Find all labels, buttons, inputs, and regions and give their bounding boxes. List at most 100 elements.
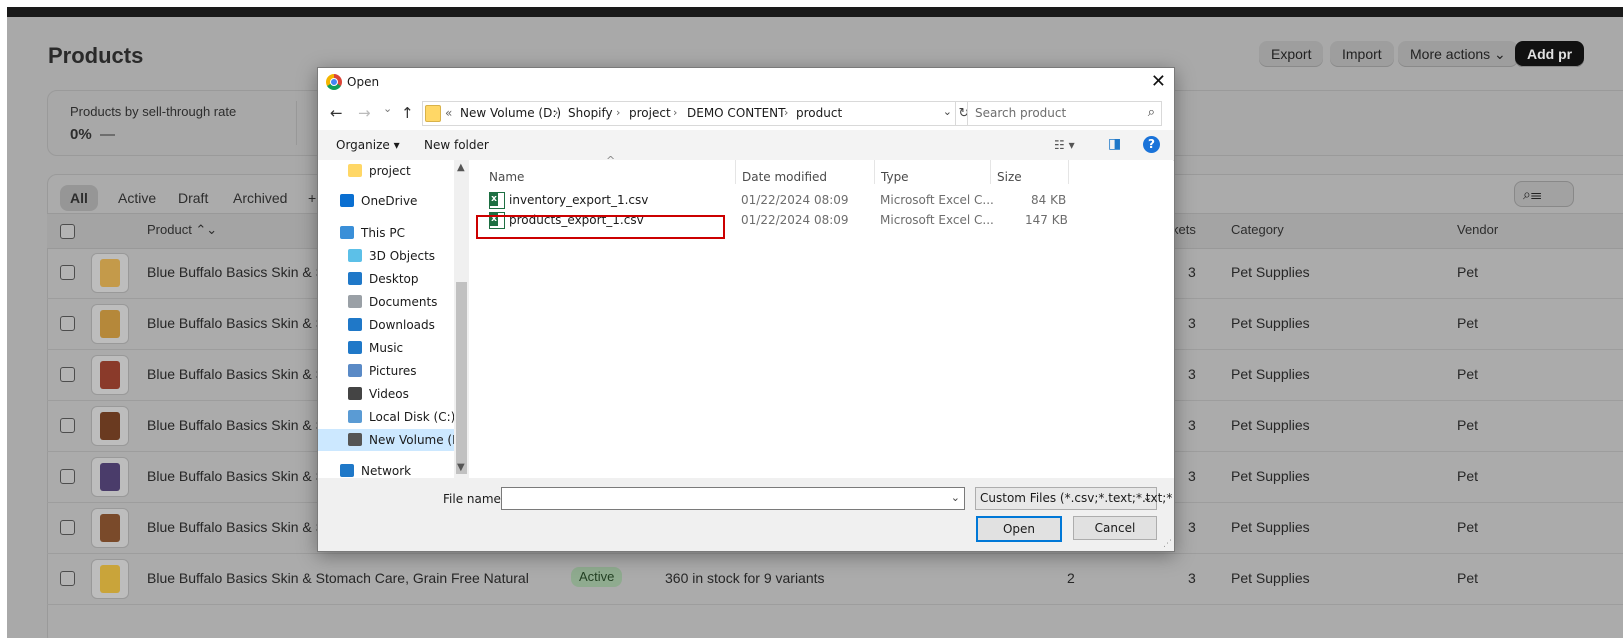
markets: 3	[1188, 519, 1196, 535]
nav-item[interactable]: Documents	[318, 291, 454, 313]
nav-item[interactable]: Downloads	[318, 314, 454, 336]
stat-trend: —	[100, 126, 115, 143]
breadcrumb-shopify[interactable]: Shopify	[568, 106, 613, 120]
search-placeholder: Search product	[975, 106, 1067, 120]
nav-item[interactable]: This PC	[318, 222, 454, 244]
resize-grip-icon[interactable]: ⋰	[1163, 539, 1172, 549]
nav-item[interactable]: Local Disk (C:)	[318, 406, 455, 428]
recent-locations-icon[interactable]: ⌄	[383, 102, 392, 115]
preview-pane-icon[interactable]: ◨	[1108, 136, 1121, 152]
table-row[interactable]: Blue Buffalo Basics Skin & Stomach Care,…	[47, 553, 1623, 605]
row-checkbox[interactable]	[60, 469, 75, 484]
chevron-down-icon[interactable]: ⌄	[951, 491, 960, 504]
scroll-down-icon[interactable]: ▼	[457, 462, 465, 473]
column-divider[interactable]	[990, 160, 991, 184]
breadcrumb-new-volume[interactable]: New Volume (D:)	[460, 106, 561, 120]
markets: 3	[1188, 366, 1196, 382]
nav-item-label: 3D Objects	[369, 249, 436, 263]
column-divider[interactable]	[735, 160, 736, 184]
tab-draft[interactable]: Draft	[168, 185, 218, 211]
scrollbar-thumb[interactable]	[456, 282, 467, 474]
more-actions-button[interactable]: More actions ⌄	[1398, 41, 1518, 67]
tab-archived[interactable]: Archived	[223, 185, 297, 211]
nav-item[interactable]: New Volume (D:	[318, 429, 465, 451]
up-arrow-icon[interactable]: ↑	[401, 104, 414, 122]
product-thumbnail	[91, 457, 129, 497]
new-folder-button[interactable]: New folder	[424, 138, 489, 152]
change-view-icon[interactable]: ☷ ▾	[1054, 138, 1075, 152]
column-category[interactable]: Category	[1231, 222, 1284, 237]
back-arrow-icon[interactable]: ←	[330, 104, 343, 122]
tab-all[interactable]: All	[60, 185, 98, 211]
nav-item[interactable]: 3D Objects	[318, 245, 454, 267]
breadcrumb-separator[interactable]: ›	[616, 106, 620, 119]
music-icon	[348, 341, 362, 354]
nav-item[interactable]: Pictures	[318, 360, 454, 382]
file-row-inventory[interactable]: inventory_export_1.csv 01/22/2024 08:09 …	[487, 190, 1066, 210]
category: Pet Supplies	[1231, 366, 1310, 382]
row-checkbox[interactable]	[60, 367, 75, 382]
nav-item[interactable]: project	[318, 160, 454, 182]
organize-button[interactable]: Organize ▾	[336, 138, 400, 152]
file-name-input[interactable]: ⌄	[501, 487, 965, 510]
nav-item[interactable]: Music	[318, 337, 454, 359]
search-input[interactable]: Search product ⌕	[967, 101, 1162, 126]
cancel-button[interactable]: Cancel	[1073, 516, 1157, 540]
product-thumbnail	[91, 508, 129, 548]
column-type[interactable]: Type	[881, 170, 909, 184]
import-button[interactable]: Import	[1330, 41, 1394, 67]
column-vendor[interactable]: Vendor	[1457, 222, 1498, 237]
vendor: Pet	[1457, 315, 1479, 331]
column-date-modified[interactable]: Date modified	[742, 170, 827, 184]
breadcrumb-project[interactable]: project	[629, 106, 671, 120]
navigation-scrollbar[interactable]: ▲ ▼	[454, 160, 469, 478]
markets: 3	[1188, 570, 1196, 586]
product-name[interactable]: Blue Buffalo Basics Skin & St	[147, 366, 329, 382]
breadcrumb-demo-content[interactable]: DEMO CONTENT	[687, 106, 785, 120]
product-name[interactable]: Blue Buffalo Basics Skin & St	[147, 519, 329, 535]
nav-item[interactable]: Videos	[318, 383, 454, 405]
pictures-icon	[348, 364, 362, 377]
select-all-checkbox[interactable]	[60, 224, 75, 239]
column-size[interactable]: Size	[997, 170, 1022, 184]
address-dropdown-icon[interactable]: ⌄	[943, 105, 952, 118]
column-markets[interactable]: kets	[1172, 222, 1196, 237]
address-bar[interactable]: « New Volume (D:) › Shopify › project › …	[422, 101, 956, 126]
product-name[interactable]: Blue Buffalo Basics Skin & St	[147, 468, 329, 484]
product-thumbnail	[91, 559, 129, 599]
column-product[interactable]: Product ⌃⌄	[147, 222, 217, 238]
close-icon[interactable]: ✕	[1151, 71, 1166, 92]
product-name[interactable]: Blue Buffalo Basics Skin & Stomach Care,…	[147, 570, 529, 586]
highlight-box	[476, 215, 725, 239]
nav-item-label: This PC	[361, 226, 405, 240]
column-divider[interactable]	[1068, 160, 1069, 184]
download-icon	[348, 318, 362, 331]
file-type-select[interactable]: Custom Files (*.csv;*.text;*.txt;* ⌄	[975, 487, 1172, 510]
row-checkbox[interactable]	[60, 520, 75, 535]
row-checkbox[interactable]	[60, 265, 75, 280]
column-divider[interactable]	[874, 160, 875, 184]
product-name[interactable]: Blue Buffalo Basics Skin & St	[147, 417, 329, 433]
help-icon[interactable]: ?	[1143, 136, 1160, 153]
column-name[interactable]: Name	[489, 170, 524, 184]
tab-active[interactable]: Active	[108, 185, 166, 211]
product-name[interactable]: Blue Buffalo Basics Skin & St	[147, 264, 329, 280]
top-margin	[0, 0, 1623, 7]
scroll-up-icon[interactable]: ▲	[457, 162, 465, 173]
open-button[interactable]: Open	[976, 516, 1062, 542]
export-button[interactable]: Export	[1259, 41, 1324, 67]
nav-item[interactable]: OneDrive	[318, 190, 454, 212]
breadcrumb-separator[interactable]: ›	[784, 106, 788, 119]
product-name[interactable]: Blue Buffalo Basics Skin & St	[147, 315, 329, 331]
address-overflow[interactable]: «	[445, 106, 452, 120]
row-checkbox[interactable]	[60, 316, 75, 331]
forward-arrow-icon[interactable]: →	[358, 104, 371, 122]
row-checkbox[interactable]	[60, 418, 75, 433]
search-filter-button[interactable]: ⌕☰	[1514, 181, 1574, 207]
add-product-button[interactable]: Add pr	[1515, 41, 1585, 67]
breadcrumb-separator[interactable]: ›	[673, 106, 677, 119]
row-checkbox[interactable]	[60, 571, 75, 586]
breadcrumb-product[interactable]: product	[796, 106, 842, 120]
nav-item[interactable]: Desktop	[318, 268, 454, 290]
breadcrumb-separator[interactable]: ›	[554, 106, 558, 119]
